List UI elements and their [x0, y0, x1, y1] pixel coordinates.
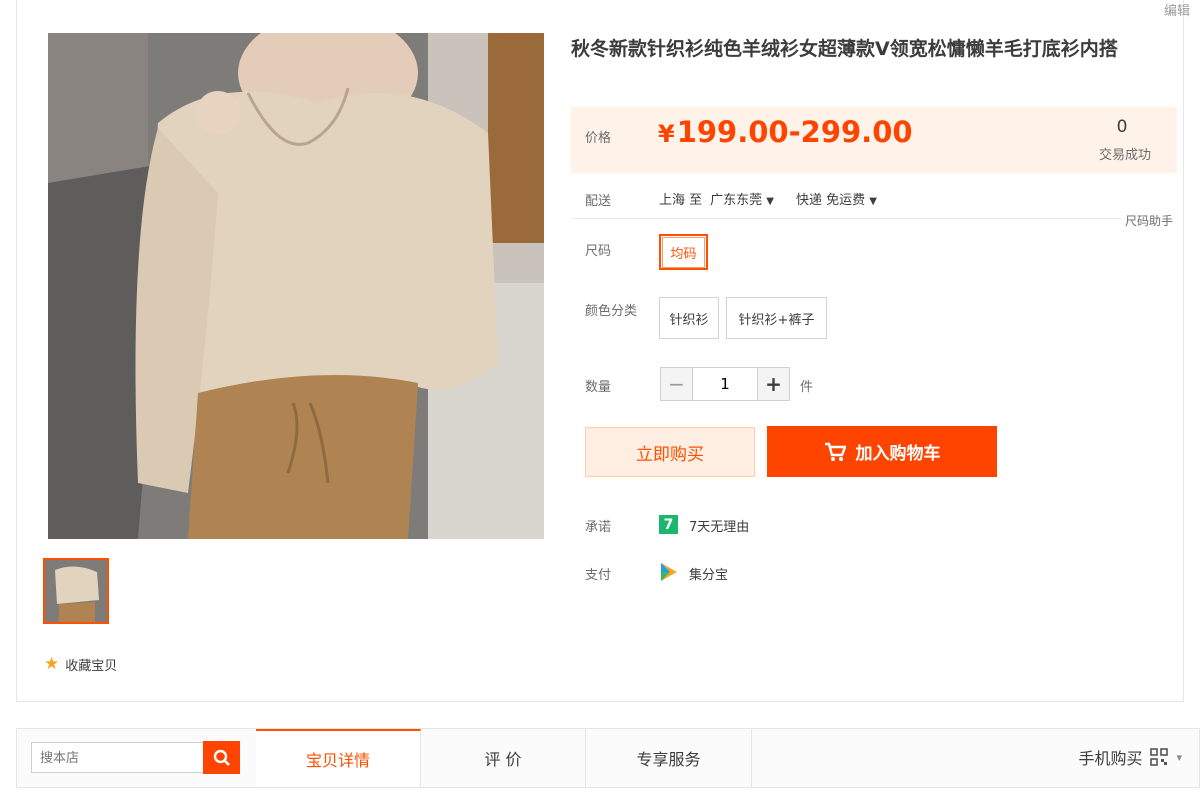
currency-symbol: ¥ [658, 120, 675, 148]
add-to-cart-button[interactable]: 加入购物车 [767, 426, 997, 477]
color-label: 颜色分类 [585, 304, 638, 319]
size-option-label: 均码 [662, 236, 705, 268]
sales-label: 交易成功 [1098, 148, 1151, 163]
tab-details[interactable]: 宝贝详情 [256, 729, 421, 787]
tab-reviews[interactable]: 评 价 [421, 729, 586, 787]
mobile-buy-label: 手机购买 [1078, 749, 1143, 768]
add-to-cart-label: 加入购物车 [855, 444, 941, 464]
buy-now-button[interactable]: 立即购买 [585, 427, 755, 477]
color-option[interactable]: 针织衫+裤子 [726, 297, 827, 339]
ship-method-dropdown[interactable]: 快递 免运费 ▼ [796, 189, 891, 208]
quantity-increment-button[interactable]: + [757, 367, 790, 401]
edit-link[interactable]: 编辑 [1164, 0, 1190, 19]
size-option-selected[interactable]: 均码 [659, 234, 708, 270]
caret-down-icon: ▼ [766, 196, 774, 207]
ship-to-dropdown[interactable]: 广东东莞 ▼ [710, 189, 788, 208]
quantity-unit: 件 [800, 380, 814, 395]
price-value: ¥199.00-299.00 [658, 115, 913, 149]
product-photo [48, 33, 544, 539]
size-label: 尺码 [585, 244, 612, 259]
qr-code-icon [1150, 748, 1169, 766]
quantity-label: 数量 [585, 380, 612, 395]
color-option[interactable]: 针织衫 [659, 297, 719, 339]
chevron-down-icon: ▾ [1176, 750, 1182, 764]
product-thumbnail[interactable] [43, 558, 109, 624]
cart-icon [824, 442, 846, 461]
quantity-input[interactable] [693, 367, 757, 401]
shop-search-input[interactable] [31, 742, 204, 773]
payment-text[interactable]: 集分宝 [689, 564, 728, 583]
star-icon: ★ [44, 654, 60, 674]
price-panel: 价格 ¥199.00-299.00 0 交易成功 [571, 107, 1177, 173]
tab-services[interactable]: 专享服务 [586, 729, 752, 787]
product-main-image[interactable] [48, 33, 544, 539]
payment-label: 支付 [585, 568, 612, 583]
ship-method: 快递 免运费 [796, 193, 866, 208]
divider [571, 218, 1174, 219]
ship-from: 上海 至 [659, 193, 703, 208]
size-guide-link[interactable]: 尺码助手 [1120, 212, 1173, 229]
shipping-label: 配送 [585, 194, 612, 209]
sales-count: 0 [1116, 117, 1128, 137]
search-icon [213, 749, 230, 766]
promise-label: 承诺 [585, 520, 612, 535]
price-label: 价格 [585, 131, 612, 146]
price-range: 199.00-299.00 [676, 115, 913, 149]
product-title: 秋冬新款针织衫纯色羊绒衫女超薄款V领宽松慵懒羊毛打底衫内搭 [571, 38, 1118, 60]
jifenbao-icon [661, 563, 677, 581]
promise-text[interactable]: 7天无理由 [689, 516, 749, 535]
mobile-buy-link[interactable]: 手机购买 ▾ [1078, 745, 1182, 769]
seven-day-return-icon: 7 [659, 515, 678, 534]
thumbnail-photo [45, 560, 107, 622]
favorite-label: 收藏宝贝 [65, 658, 118, 674]
search-button[interactable] [203, 741, 240, 774]
shipping-row: 上海 至 广东东莞 ▼ 快递 免运费 ▼ [659, 189, 891, 208]
quantity-decrement-button[interactable]: − [660, 367, 693, 401]
favorite-button[interactable]: ★ 收藏宝贝 [44, 654, 117, 674]
caret-down-icon: ▼ [869, 196, 877, 207]
ship-to: 广东东莞 [710, 193, 763, 208]
